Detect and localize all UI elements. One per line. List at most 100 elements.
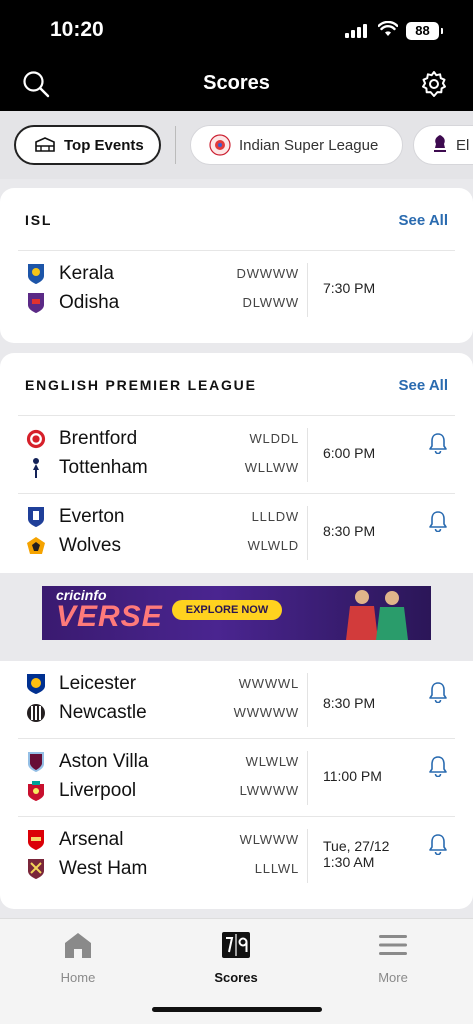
epl-card-continued: Leicester WWWWL Newcastle WWWWW 8:30 PM … <box>0 661 473 909</box>
match-date: Tue, 27/12 <box>323 838 390 854</box>
page-title: Scores <box>203 72 270 94</box>
team-form: WLWWW <box>239 832 299 847</box>
nav-home[interactable]: Home <box>18 931 138 985</box>
home-team: Everton <box>26 504 124 530</box>
match-row[interactable]: Everton LLLDW Wolves WLWLD 8:30 PM <box>18 493 455 571</box>
away-team: Newcastle <box>26 700 147 726</box>
match-time: 11:00 PM <box>323 768 382 784</box>
see-all-link[interactable]: See All <box>399 212 448 229</box>
nav-label: More <box>378 970 408 985</box>
team-name: Aston Villa <box>59 751 149 772</box>
home-team: Kerala <box>26 261 114 287</box>
league-filter-bar: Top Events Indian Super League El <box>0 111 473 179</box>
odisha-crest-icon <box>26 292 46 314</box>
team-name: Odisha <box>59 292 120 313</box>
match-time: 6:00 PM <box>323 445 376 461</box>
home-team: Leicester <box>26 671 136 697</box>
liverpool-crest-icon <box>26 780 46 802</box>
divider <box>307 829 308 883</box>
match-time: 1:30 AM <box>323 854 375 870</box>
team-name: Everton <box>59 506 125 527</box>
battery-indicator: 88 <box>406 22 443 40</box>
wolves-crest-icon <box>26 535 46 557</box>
bell-icon[interactable] <box>428 755 448 777</box>
kerala-crest-icon <box>26 263 46 285</box>
match-time: 7:30 PM <box>323 280 376 296</box>
ad-banner[interactable]: cricinfo VERSE EXPLORE NOW <box>42 586 431 640</box>
isl-card: ISL See All Kerala DWWWW Odisha DLWWW 7:… <box>0 188 473 343</box>
signal-icon <box>345 24 367 38</box>
divider <box>307 673 308 727</box>
app-bar: Scores <box>0 58 473 111</box>
newcastle-crest-icon <box>26 702 46 724</box>
home-icon <box>65 933 91 958</box>
team-name: Liverpool <box>59 780 137 801</box>
nav-scores[interactable]: Scores <box>176 931 296 985</box>
team-name: Tottenham <box>59 457 148 478</box>
chip-label: Indian Super League <box>239 136 379 154</box>
bell-icon[interactable] <box>428 432 448 454</box>
match-row[interactable]: Kerala DWWWW Odisha DLWWW 7:30 PM <box>18 250 455 328</box>
status-time: 10:20 <box>50 18 104 41</box>
chip-label: El <box>456 136 470 154</box>
nav-more[interactable]: More <box>333 931 453 985</box>
isl-logo-icon <box>209 134 231 156</box>
brentford-crest-icon <box>26 428 46 450</box>
see-all-link[interactable]: See All <box>399 377 448 394</box>
team-form: DLWWW <box>242 295 299 310</box>
chip-top-events[interactable]: Top Events <box>14 125 161 165</box>
divider <box>307 428 308 482</box>
home-team: Aston Villa <box>26 749 148 775</box>
team-form: DWWWW <box>236 266 299 281</box>
bell-icon[interactable] <box>428 510 448 532</box>
team-name: Newcastle <box>59 702 147 723</box>
team-form: WWWWL <box>238 676 299 691</box>
match-row[interactable]: Arsenal WLWWW West Ham LLLWL Tue, 27/12 … <box>18 816 455 894</box>
team-form: WLWLD <box>247 538 299 553</box>
league-title: ISL <box>25 212 53 228</box>
match-time: 8:30 PM <box>323 695 376 711</box>
team-name: Leicester <box>59 673 137 694</box>
nav-label: Home <box>60 970 96 985</box>
home-indicator <box>152 1007 322 1012</box>
gear-icon[interactable] <box>420 70 448 98</box>
card-header: ENGLISH PREMIER LEAGUE See All <box>25 355 448 415</box>
aston-villa-crest-icon <box>26 751 46 773</box>
league-title: ENGLISH PREMIER LEAGUE <box>25 377 257 393</box>
away-team: West Ham <box>26 856 147 882</box>
bell-icon[interactable] <box>428 681 448 703</box>
wifi-icon <box>378 21 398 36</box>
team-form: WLDDL <box>249 431 299 446</box>
divider <box>307 263 308 317</box>
ad-brand-main: VERSE <box>56 600 163 633</box>
nav-label: Scores <box>214 970 258 985</box>
team-form: WLWLW <box>245 754 299 769</box>
epl-card: ENGLISH PREMIER LEAGUE See All Brentford… <box>0 353 473 578</box>
team-name: West Ham <box>59 858 148 879</box>
west-ham-crest-icon <box>26 858 46 880</box>
away-team: Wolves <box>26 533 121 559</box>
team-name: Kerala <box>59 263 114 284</box>
leicester-crest-icon <box>26 673 46 695</box>
away-team: Liverpool <box>26 778 136 804</box>
chip-premier-league[interactable]: El <box>413 125 473 165</box>
away-team: Odisha <box>26 290 119 316</box>
match-row[interactable]: Aston Villa WLWLW Liverpool LWWWW 11:00 … <box>18 738 455 816</box>
chip-indian-super-league[interactable]: Indian Super League <box>190 125 403 165</box>
bell-icon[interactable] <box>428 833 448 855</box>
tottenham-crest-icon <box>26 457 46 479</box>
match-row[interactable]: Brentford WLDDL Tottenham WLLWW 6:00 PM <box>18 415 455 493</box>
match-time: 8:30 PM <box>323 523 376 539</box>
explore-now-button[interactable]: EXPLORE NOW <box>172 600 282 620</box>
menu-icon <box>379 935 407 955</box>
divider <box>307 506 308 560</box>
team-name: Brentford <box>59 428 138 449</box>
away-team: Tottenham <box>26 455 148 481</box>
team-form: LLLDW <box>251 509 299 524</box>
chip-divider <box>175 126 176 164</box>
stadium-icon <box>34 137 56 153</box>
ad-section: cricinfo VERSE EXPLORE NOW <box>0 573 473 661</box>
home-team: Arsenal <box>26 827 123 853</box>
match-row[interactable]: Leicester WWWWL Newcastle WWWWW 8:30 PM <box>18 667 455 745</box>
everton-crest-icon <box>26 506 46 528</box>
